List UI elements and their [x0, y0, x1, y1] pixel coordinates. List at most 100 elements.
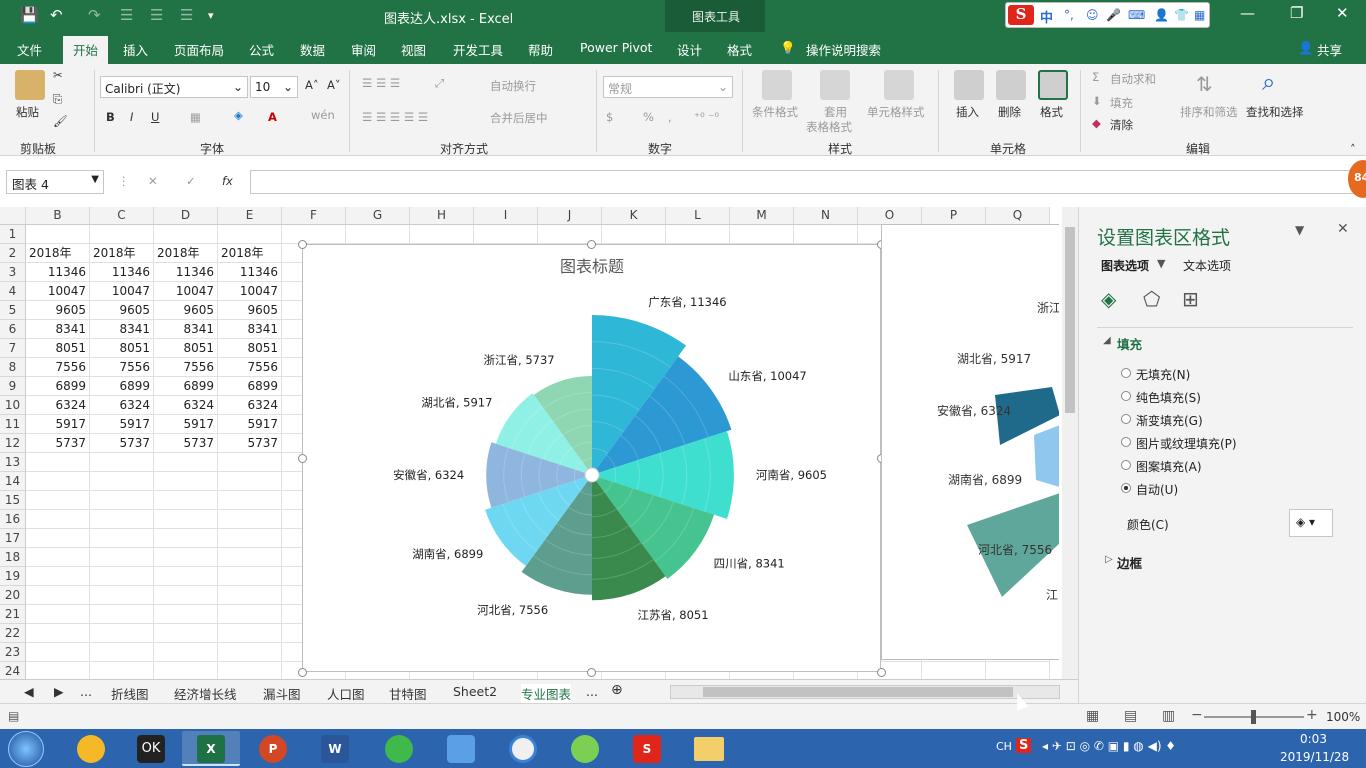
- fill-option-label-3[interactable]: 图片或纹理填充(P): [1136, 435, 1237, 452]
- cell-empty[interactable]: [154, 453, 218, 472]
- insert-cells-icon[interactable]: [954, 70, 984, 100]
- cell-empty[interactable]: [154, 586, 218, 605]
- paste-button[interactable]: 粘贴: [16, 104, 39, 120]
- row-header-23[interactable]: 23: [0, 643, 26, 662]
- tab-design[interactable]: 设计: [677, 40, 702, 59]
- column-header-E[interactable]: E: [218, 207, 282, 225]
- row-header-8[interactable]: 8: [0, 358, 26, 377]
- font-color-icon[interactable]: A: [268, 110, 277, 124]
- tab-power-pivot[interactable]: Power Pivot: [580, 40, 652, 55]
- taskbar-explorer[interactable]: [680, 731, 738, 766]
- tray-sogou-icon[interactable]: S: [1016, 738, 1032, 753]
- taskbar-wechat[interactable]: [556, 731, 614, 766]
- ime-lang[interactable]: 中: [1040, 7, 1053, 26]
- fill-icon[interactable]: ⬇: [1092, 94, 1102, 108]
- find-select-icon[interactable]: ⌕: [1262, 68, 1275, 96]
- cell-empty[interactable]: [90, 624, 154, 643]
- cell-empty[interactable]: [154, 529, 218, 548]
- cell-empty[interactable]: [218, 662, 282, 679]
- font-size-select[interactable]: 10 ⌄: [250, 76, 298, 98]
- tab-view[interactable]: 视图: [401, 40, 426, 59]
- name-box[interactable]: 图表 4 ▼: [6, 170, 104, 194]
- input-lang[interactable]: CH: [996, 740, 1012, 753]
- taskbar-powerpoint[interactable]: P: [244, 731, 302, 766]
- sheet-tab-pro-chart[interactable]: 专业图表: [521, 684, 572, 703]
- cell-empty[interactable]: [26, 472, 90, 491]
- row-header-19[interactable]: 19: [0, 567, 26, 586]
- chart-title[interactable]: 图表标题: [560, 257, 624, 276]
- cell-value[interactable]: 6899: [218, 377, 282, 396]
- sheet-tab-more-right[interactable]: ...: [586, 684, 598, 699]
- fill-option-radio-1[interactable]: [1121, 391, 1131, 401]
- cell-empty[interactable]: [90, 529, 154, 548]
- cell-empty[interactable]: [26, 225, 90, 244]
- insert-cells-button[interactable]: 插入: [956, 104, 979, 120]
- rose-label-6[interactable]: 湖南省, 6899: [412, 547, 483, 561]
- cell-value[interactable]: 11346: [154, 263, 218, 282]
- chart2-slice-hunan[interactable]: [1034, 425, 1059, 487]
- cell-empty[interactable]: [26, 453, 90, 472]
- zoom-slider-thumb[interactable]: [1251, 710, 1256, 724]
- list-qa-icon[interactable]: ☰: [150, 6, 163, 24]
- horizontal-scroll-thumb[interactable]: [703, 687, 1013, 697]
- cell-empty[interactable]: [26, 548, 90, 567]
- sort-filter-button[interactable]: 排序和筛选: [1180, 104, 1238, 120]
- tray-icons[interactable]: ◂ ✈ ⊡ ◎ ✆ ▣ ▮ ◍ ◀) ♦: [1042, 739, 1176, 753]
- column-header-I[interactable]: I: [474, 207, 538, 225]
- format-painter-icon[interactable]: 🖌: [53, 114, 68, 128]
- cell-empty[interactable]: [90, 472, 154, 491]
- cell-empty[interactable]: [922, 662, 986, 679]
- sheet-tab-funnel[interactable]: 漏斗图: [263, 684, 301, 703]
- grow-font-icon[interactable]: A˄: [305, 78, 319, 92]
- horizontal-scrollbar[interactable]: [670, 685, 1060, 699]
- chart-resize-handle-6[interactable]: [587, 667, 596, 677]
- vertical-scrollbar[interactable]: [1062, 207, 1078, 679]
- cell-empty[interactable]: [218, 510, 282, 529]
- cell-empty[interactable]: [26, 510, 90, 529]
- cell-value[interactable]: 5737: [26, 434, 90, 453]
- cell-empty[interactable]: [346, 225, 410, 244]
- cell-empty[interactable]: [26, 662, 90, 679]
- row-header-11[interactable]: 11: [0, 415, 26, 434]
- prev-sheet-icon[interactable]: ◀: [24, 684, 34, 699]
- cell-empty[interactable]: [90, 643, 154, 662]
- decimal-icon[interactable]: ⁺⁰ ⁻⁰: [694, 110, 719, 124]
- column-header-J[interactable]: J: [538, 207, 602, 225]
- effects-icon[interactable]: ⬠: [1143, 287, 1160, 311]
- row-header-16[interactable]: 16: [0, 510, 26, 529]
- row-header-17[interactable]: 17: [0, 529, 26, 548]
- cell-value[interactable]: 7556: [154, 358, 218, 377]
- fill-line-icon[interactable]: ◈: [1101, 287, 1116, 311]
- delete-cells-button[interactable]: 删除: [998, 104, 1021, 120]
- find-select-button[interactable]: 查找和选择: [1246, 104, 1304, 120]
- merge-center-button[interactable]: 合并后居中: [490, 110, 548, 126]
- column-header-F[interactable]: F: [282, 207, 346, 225]
- restore-icon[interactable]: ❐: [1290, 4, 1303, 22]
- cell-empty[interactable]: [90, 548, 154, 567]
- cell-empty[interactable]: [26, 605, 90, 624]
- row-header-20[interactable]: 20: [0, 586, 26, 605]
- column-header-K[interactable]: K: [602, 207, 666, 225]
- undo-icon[interactable]: ↶: [50, 6, 63, 24]
- start-button[interactable]: [8, 731, 44, 767]
- cell-empty[interactable]: [154, 510, 218, 529]
- cell-empty[interactable]: [218, 586, 282, 605]
- cell-value[interactable]: 5737: [218, 434, 282, 453]
- clear-button[interactable]: 清除: [1110, 117, 1133, 133]
- row-header-3[interactable]: 3: [0, 263, 26, 282]
- page-break-view-icon[interactable]: ▥: [1162, 708, 1175, 724]
- cell-value[interactable]: 6899: [26, 377, 90, 396]
- second-chart-area[interactable]: 浙江 湖北省, 5917 安徽省, 6324 湖南省, 6899 河北省, 75…: [881, 224, 1059, 660]
- zoom-in-button[interactable]: +: [1306, 707, 1318, 723]
- row-header-18[interactable]: 18: [0, 548, 26, 567]
- cell-empty[interactable]: [90, 510, 154, 529]
- taskbar-sogou[interactable]: S: [618, 731, 676, 766]
- cell-value[interactable]: 8051: [26, 339, 90, 358]
- rose-label-2[interactable]: 河南省, 9605: [756, 468, 827, 482]
- emoji-icon[interactable]: ☺: [1086, 8, 1099, 22]
- sogou-icon[interactable]: S: [1008, 5, 1034, 25]
- select-all-corner[interactable]: [0, 207, 26, 225]
- align-top-icon[interactable]: ☰ ☰ ☰: [362, 76, 400, 90]
- fill-option-label-5[interactable]: 自动(U): [1136, 481, 1178, 498]
- row-header-15[interactable]: 15: [0, 491, 26, 510]
